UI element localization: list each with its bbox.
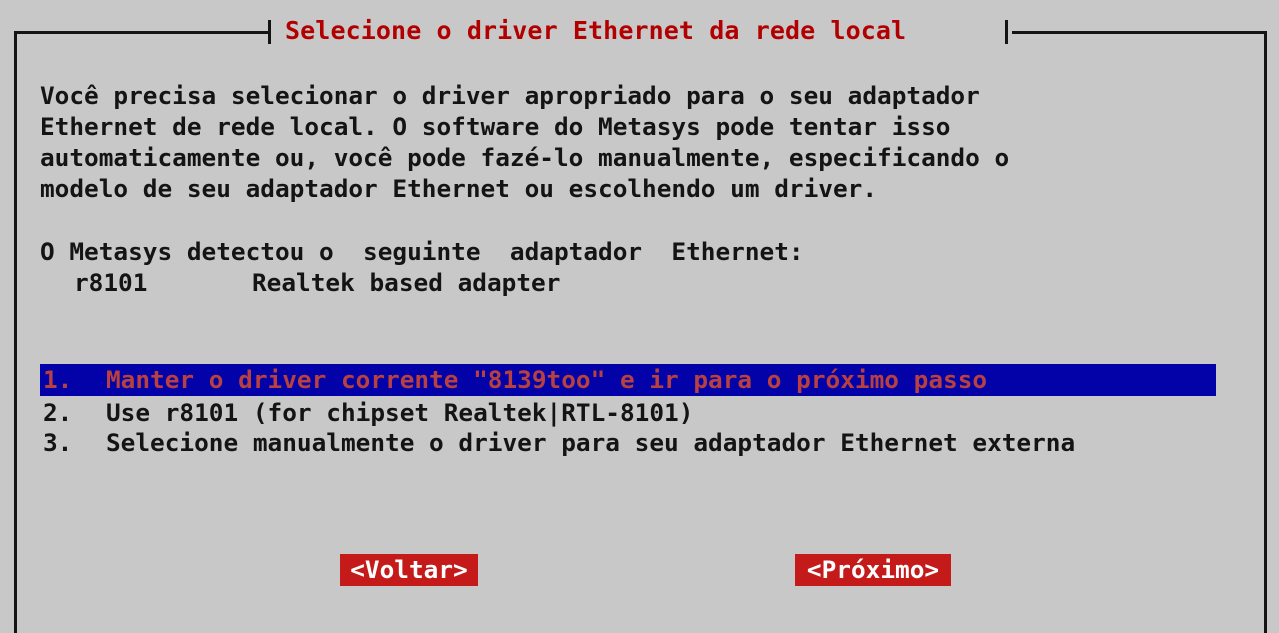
- title-separator-left: [268, 20, 271, 44]
- driver-selection-dialog: Selecione o driver Ethernet da rede loca…: [0, 0, 1279, 633]
- option-number: 3.: [43, 428, 73, 457]
- option-label: Use r8101 (for chipset Realtek|RTL-8101): [106, 398, 694, 427]
- intro-text-line: modelo de seu adaptador Ethernet ou esco…: [40, 174, 878, 203]
- option-use-r8101[interactable]: 2. Use r8101 (for chipset Realtek|RTL-81…: [40, 397, 1216, 429]
- detected-adapter-row: r8101 Realtek based adapter: [40, 267, 940, 299]
- title-separator-right: [1005, 20, 1008, 44]
- option-number: 1.: [43, 365, 73, 394]
- next-button[interactable]: <Próximo>: [795, 554, 951, 586]
- dialog-border-right: [1264, 31, 1267, 633]
- option-label: Selecione manualmente o driver para seu …: [106, 428, 1076, 457]
- back-button[interactable]: <Voltar>: [340, 554, 478, 586]
- option-select-manually[interactable]: 3. Selecione manualmente o driver para s…: [40, 427, 1216, 459]
- dialog-border-top-left: [14, 31, 268, 34]
- detected-adapter-label: O Metasys detectou o seguinte adaptador …: [40, 237, 804, 266]
- dialog-border-left: [14, 31, 17, 633]
- dialog-title: Selecione o driver Ethernet da rede loca…: [285, 16, 907, 45]
- adapter-description: Realtek based adapter: [252, 268, 561, 297]
- intro-text-line: automaticamente ou, você pode fazé-lo ma…: [40, 143, 1010, 172]
- option-keep-current-driver[interactable]: 1. Manter o driver corrente "8139too" e …: [40, 364, 1216, 396]
- option-number: 2.: [43, 398, 73, 427]
- adapter-id: r8101: [74, 268, 148, 297]
- intro-text-line: Você precisa selecionar o driver apropri…: [40, 81, 980, 110]
- option-label: Manter o driver corrente "8139too" e ir …: [106, 365, 988, 394]
- dialog-border-top-right: [1012, 31, 1267, 34]
- intro-text-line: Ethernet de rede local. O software do Me…: [40, 112, 951, 141]
